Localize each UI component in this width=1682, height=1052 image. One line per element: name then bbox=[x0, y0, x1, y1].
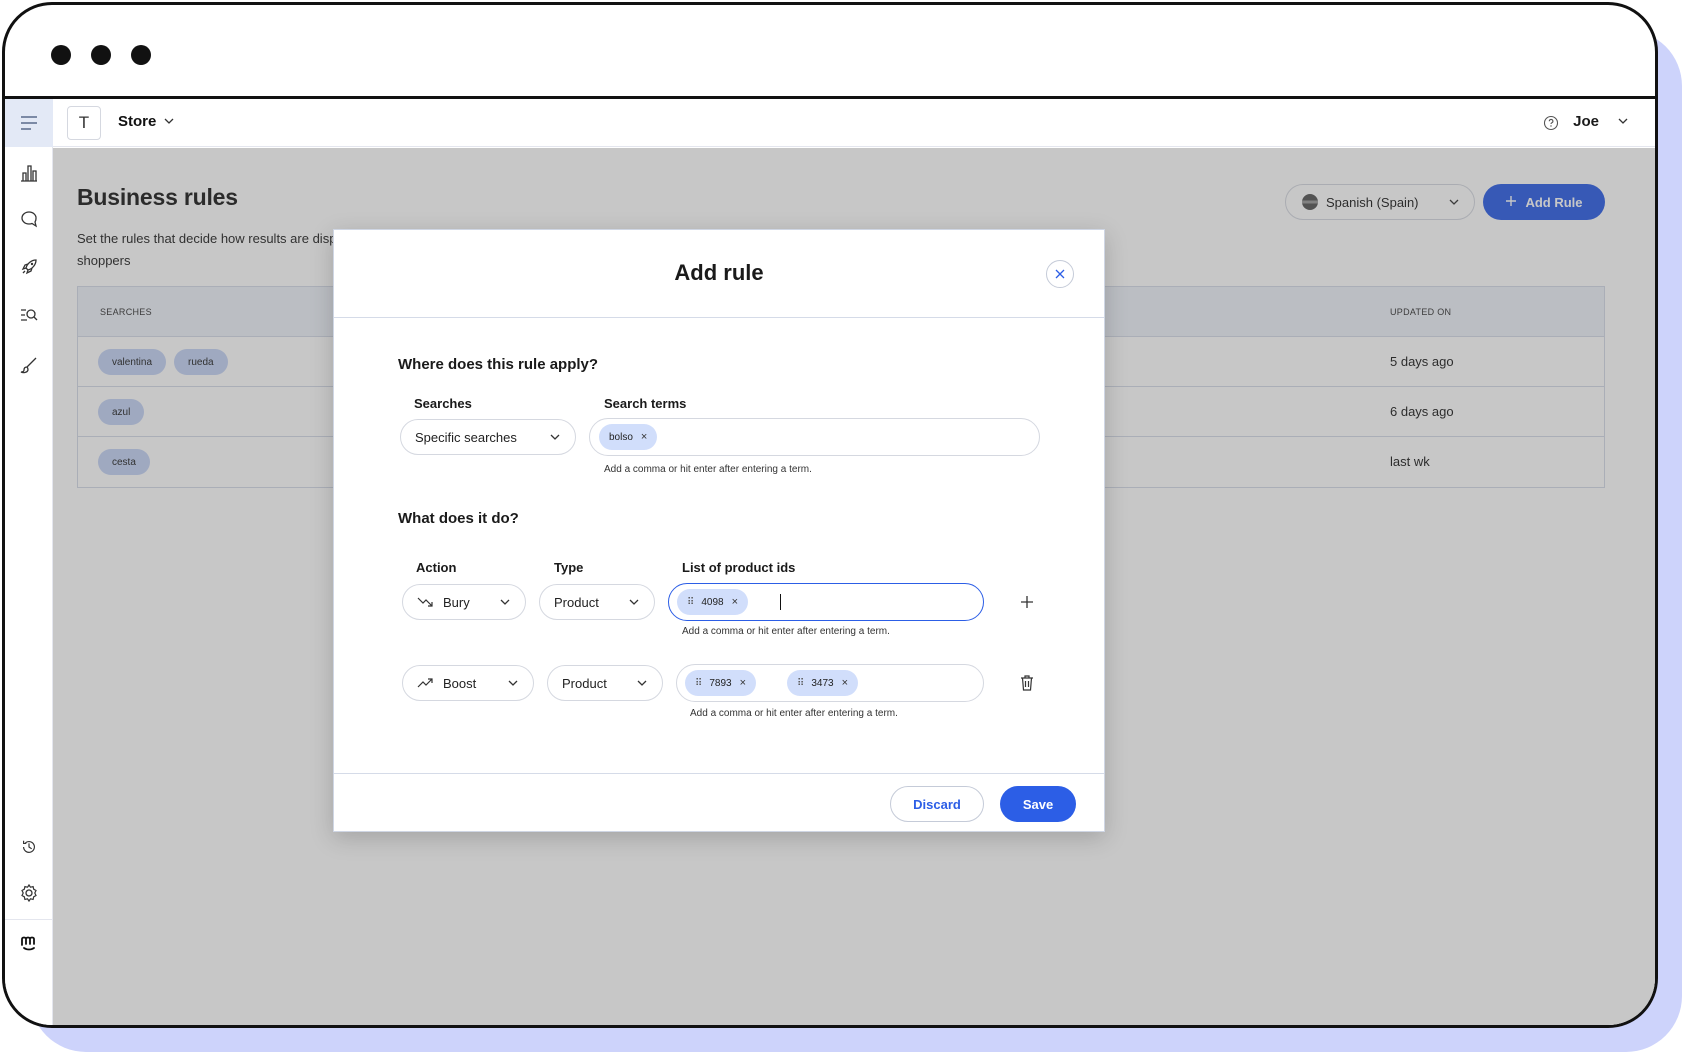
menu-icon[interactable] bbox=[5, 99, 53, 147]
chevron-down-icon[interactable] bbox=[1617, 114, 1629, 132]
user-name[interactable]: Joe bbox=[1573, 113, 1599, 130]
product-id-tag[interactable]: ⠿ 7893 × bbox=[685, 670, 757, 696]
brush-icon[interactable] bbox=[17, 353, 41, 377]
type-value: Product bbox=[562, 675, 607, 691]
searches-value: Specific searches bbox=[415, 429, 517, 445]
add-rule-modal: Add rule Where does this rule apply? Sea… bbox=[333, 229, 1105, 832]
product-ids-label: List of product ids bbox=[682, 560, 796, 575]
analytics-icon[interactable] bbox=[17, 161, 41, 185]
settings-icon[interactable] bbox=[17, 881, 41, 905]
chevron-down-icon bbox=[628, 596, 640, 611]
product-id-tag[interactable]: ⠿ 3473 × bbox=[787, 670, 859, 696]
add-icon[interactable] bbox=[1017, 592, 1037, 612]
remove-tag-icon[interactable]: × bbox=[740, 677, 746, 689]
modal-title: Add rule bbox=[674, 260, 764, 285]
store-avatar[interactable]: T bbox=[67, 106, 101, 140]
product-ids-input[interactable]: ⠿ 7893 × ⠿ 3473 × bbox=[676, 664, 984, 702]
discard-button[interactable]: Discard bbox=[890, 786, 984, 822]
searches-label: Searches bbox=[414, 396, 472, 411]
remove-tag-icon[interactable]: × bbox=[641, 431, 647, 443]
search-terms-label: Search terms bbox=[604, 396, 687, 411]
top-bar: T Store Joe bbox=[53, 99, 1655, 147]
product-id-text: 7893 bbox=[709, 677, 732, 689]
chevron-down-icon bbox=[507, 677, 519, 692]
history-icon[interactable] bbox=[17, 835, 41, 859]
drag-handle-icon[interactable]: ⠿ bbox=[797, 678, 804, 689]
remove-tag-icon[interactable]: × bbox=[732, 596, 738, 608]
product-id-text: 3473 bbox=[811, 677, 834, 689]
chevron-down-icon bbox=[549, 431, 561, 446]
window-dot-close[interactable] bbox=[51, 45, 71, 65]
close-icon[interactable] bbox=[1046, 260, 1074, 288]
window-dot-minimize[interactable] bbox=[91, 45, 111, 65]
chevron-down-icon[interactable] bbox=[163, 114, 175, 132]
action-select[interactable]: Bury bbox=[402, 584, 526, 620]
trend-up-icon bbox=[417, 677, 433, 689]
type-value: Product bbox=[554, 594, 599, 610]
brand-logo-icon bbox=[17, 931, 41, 955]
type-select[interactable]: Product bbox=[547, 665, 663, 701]
rocket-icon[interactable] bbox=[17, 255, 41, 279]
sidebar-divider bbox=[5, 919, 53, 920]
window-dot-maximize[interactable] bbox=[131, 45, 151, 65]
product-ids-hint: Add a comma or hit enter after entering … bbox=[690, 708, 898, 719]
search-terms-hint: Add a comma or hit enter after entering … bbox=[604, 464, 812, 475]
product-ids-input[interactable]: ⠿ 4098 × bbox=[668, 583, 984, 621]
help-icon[interactable] bbox=[1543, 115, 1559, 136]
save-button[interactable]: Save bbox=[1000, 786, 1076, 822]
window-titlebar bbox=[5, 5, 1655, 99]
action-select[interactable]: Boost bbox=[402, 665, 534, 701]
sidebar bbox=[5, 99, 53, 1025]
search-terms-input[interactable]: bolso × bbox=[589, 418, 1040, 456]
chat-icon[interactable] bbox=[17, 207, 41, 231]
type-select[interactable]: Product bbox=[539, 584, 655, 620]
type-label: Type bbox=[554, 560, 584, 575]
product-id-text: 4098 bbox=[701, 596, 724, 608]
remove-tag-icon[interactable]: × bbox=[842, 677, 848, 689]
action-value: Boost bbox=[443, 675, 477, 691]
modal-header: Add rule bbox=[334, 230, 1104, 318]
search-list-icon[interactable] bbox=[17, 303, 41, 327]
chevron-down-icon bbox=[499, 596, 511, 611]
modal-footer: Discard Save bbox=[334, 773, 1104, 831]
searches-select[interactable]: Specific searches bbox=[400, 419, 576, 455]
store-name[interactable]: Store bbox=[118, 113, 156, 130]
action-label: Action bbox=[416, 560, 457, 575]
trash-icon[interactable] bbox=[1017, 673, 1037, 693]
text-cursor bbox=[780, 594, 781, 610]
action-value: Bury bbox=[443, 594, 470, 610]
drag-handle-icon[interactable]: ⠿ bbox=[695, 678, 702, 689]
chevron-down-icon bbox=[636, 677, 648, 692]
search-term-text: bolso bbox=[609, 431, 633, 443]
what-section-title: What does it do? bbox=[398, 510, 519, 527]
where-section-title: Where does this rule apply? bbox=[398, 356, 599, 373]
search-term-tag[interactable]: bolso × bbox=[599, 424, 658, 450]
trend-down-icon bbox=[417, 596, 433, 608]
product-ids-hint: Add a comma or hit enter after entering … bbox=[682, 626, 890, 637]
drag-handle-icon[interactable]: ⠿ bbox=[687, 597, 694, 608]
product-id-tag[interactable]: ⠿ 4098 × bbox=[677, 589, 749, 615]
